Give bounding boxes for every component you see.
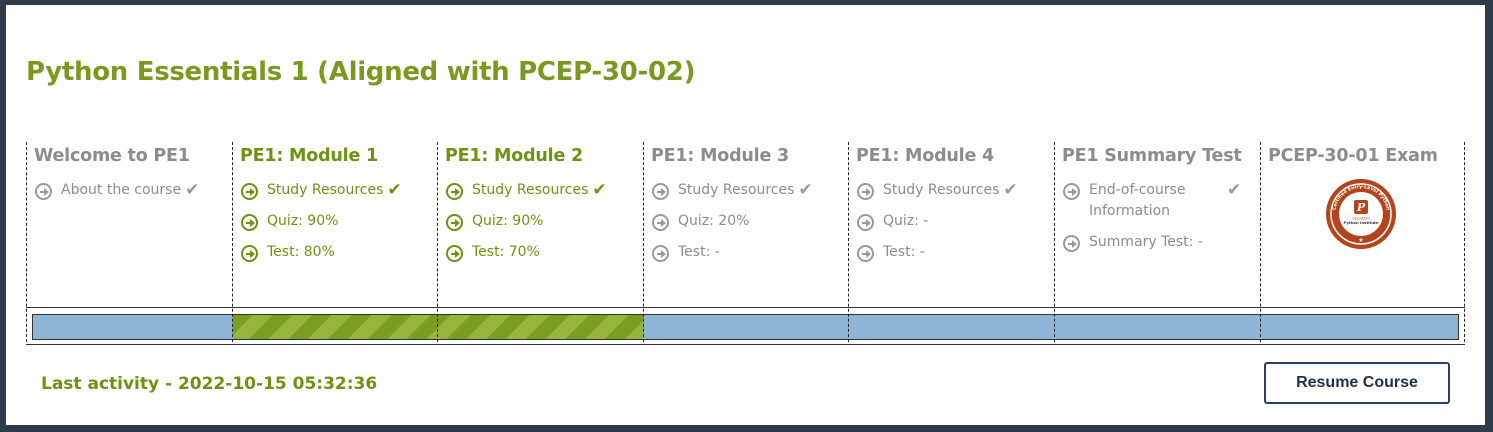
module-item-label: Quiz: - [883, 213, 929, 229]
module-item-label: Quiz: 90% [472, 213, 544, 229]
module-title[interactable]: PE1: Module 4 [856, 146, 994, 166]
module-item[interactable]: Study Resources ✔ [446, 182, 607, 200]
arrow-circle-right-icon [1063, 235, 1080, 252]
module-title[interactable]: PCEP-30-01 Exam [1268, 146, 1438, 166]
module-title[interactable]: PE1 Summary Test [1062, 146, 1242, 166]
module-title[interactable]: PE1: Module 2 [445, 146, 583, 166]
module-item-label: About the course [61, 182, 182, 198]
arrow-circle-right-icon [241, 183, 258, 200]
module-column-summary-test: PE1 Summary Test End-of-course Informati… [1054, 142, 1259, 342]
module-column-module-4: PE1: Module 4 Study Resources ✔ Quiz: - … [848, 142, 1053, 342]
module-column-welcome: Welcome to PE1 About the course ✔ [26, 142, 231, 342]
arrow-circle-right-icon [652, 183, 669, 200]
module-item[interactable]: Study Resources ✔ [241, 182, 402, 200]
arrow-circle-right-icon [652, 245, 669, 262]
module-item[interactable]: Test: 80% [241, 244, 335, 262]
module-item-label: Study Resources [883, 182, 1000, 198]
module-item-label: Quiz: 90% [267, 213, 339, 229]
module-title[interactable]: PE1: Module 1 [240, 146, 378, 166]
check-icon: ✔ [798, 180, 813, 200]
module-item-label: Summary Test: - [1089, 234, 1203, 250]
module-item[interactable]: End-of-course Information ✔ [1063, 182, 1241, 222]
module-item[interactable]: Quiz: - [857, 213, 928, 231]
module-item-label: Test: 70% [472, 244, 540, 260]
arrow-circle-right-icon [241, 214, 258, 231]
module-column-module-2: PE1: Module 2 Study Resources ✔ Quiz: 90… [437, 142, 642, 342]
module-item-label: Test: - [678, 244, 720, 260]
arrow-circle-right-icon [1063, 183, 1080, 200]
resume-course-button[interactable]: Resume Course [1264, 362, 1450, 404]
check-icon: ✔ [1227, 180, 1242, 200]
module-item[interactable]: About the course ✔ [35, 182, 199, 200]
module-item-label: Quiz: 20% [678, 213, 750, 229]
module-title[interactable]: PE1: Module 3 [651, 146, 789, 166]
module-item[interactable]: Study Resources ✔ [652, 182, 813, 200]
arrow-circle-right-icon [652, 214, 669, 231]
arrow-circle-right-icon [35, 183, 52, 200]
module-item-label: Test: 80% [267, 244, 335, 260]
module-item-label: End-of-course Information [1089, 182, 1186, 219]
module-column-exam: PCEP-30-01 Exam Certified Entry-Level Py… [1260, 142, 1465, 342]
check-icon: ✔ [1003, 180, 1018, 200]
module-item-label: Study Resources [678, 182, 795, 198]
svg-text:P: P [1356, 201, 1366, 214]
arrow-circle-right-icon [446, 245, 463, 262]
module-item[interactable]: Summary Test: - [1063, 234, 1203, 252]
module-item-label: Study Resources [267, 182, 384, 198]
course-card: Python Essentials 1 (Aligned with PCEP-3… [6, 5, 1485, 425]
module-item[interactable]: Test: - [652, 244, 720, 262]
last-activity: Last activity - 2022-10-15 05:32:36 [41, 374, 378, 394]
module-item[interactable]: Test: - [857, 244, 925, 262]
module-item[interactable]: Test: 70% [446, 244, 540, 262]
module-item[interactable]: Study Resources ✔ [857, 182, 1018, 200]
module-item[interactable]: Quiz: 90% [446, 213, 543, 231]
check-icon: ✔ [185, 180, 200, 200]
check-icon: ✔ [592, 180, 607, 200]
badge-sub-text: Python Institute [1344, 220, 1379, 225]
module-item[interactable]: Quiz: 90% [241, 213, 338, 231]
module-column-module-3: PE1: Module 3 Study Resources ✔ Quiz: 20… [643, 142, 848, 342]
pcep-badge-icon[interactable]: Certified Entry-Level Python P OpenEDG P… [1325, 178, 1397, 250]
arrow-circle-right-icon [857, 214, 874, 231]
module-item-label: Test: - [883, 244, 925, 260]
arrow-circle-right-icon [241, 245, 258, 262]
check-icon: ✔ [387, 180, 402, 200]
arrow-circle-right-icon [446, 183, 463, 200]
course-title: Python Essentials 1 (Aligned with PCEP-3… [26, 57, 696, 87]
module-title[interactable]: Welcome to PE1 [34, 146, 190, 166]
module-item[interactable]: Quiz: 20% [652, 213, 749, 231]
svg-text:★: ★ [1358, 237, 1363, 244]
arrow-circle-right-icon [857, 183, 874, 200]
module-column-module-1: PE1: Module 1 Study Resources ✔ Quiz: 90… [232, 142, 437, 342]
module-item-label: Study Resources [472, 182, 589, 198]
course-timeline: Welcome to PE1 About the course ✔ PE1: M… [26, 142, 1465, 345]
arrow-circle-right-icon [857, 245, 874, 262]
arrow-circle-right-icon [446, 214, 463, 231]
